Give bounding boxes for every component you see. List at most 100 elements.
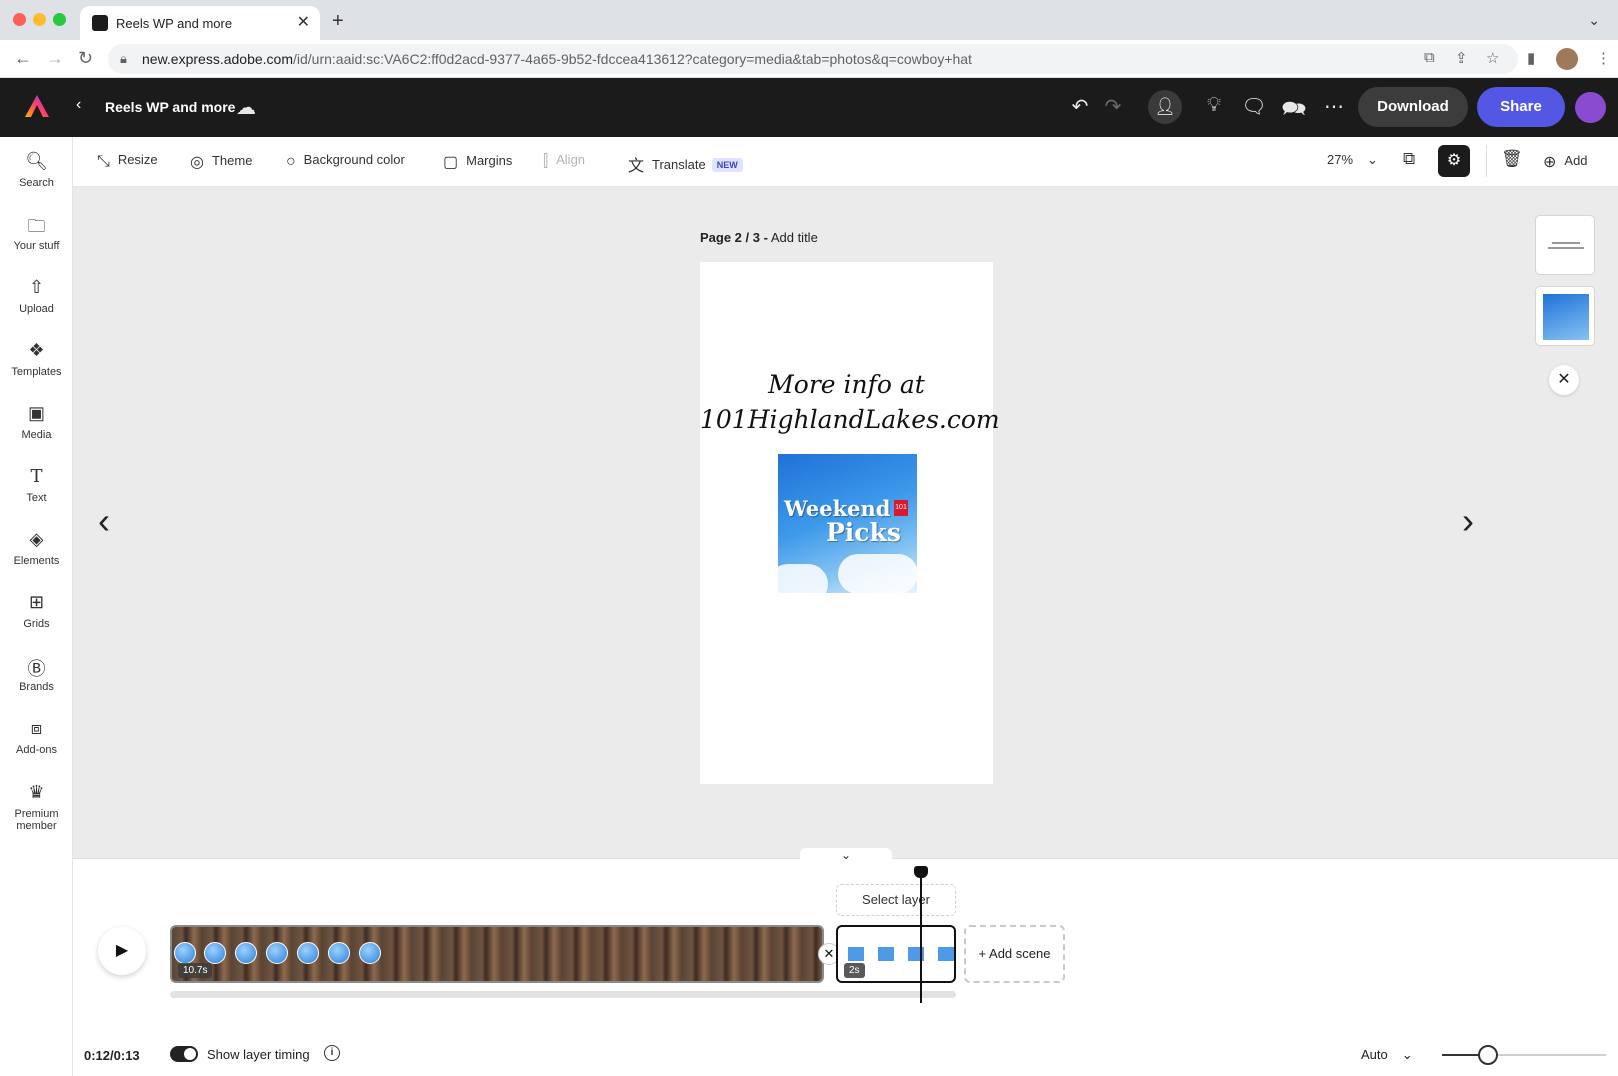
text-icon: T [30, 466, 43, 487]
toggle-knob [184, 1048, 196, 1060]
animate-toggle-icon[interactable]: ⚙︎ [1438, 145, 1470, 177]
address-bar-row: ← → ↻ 🔒︎ new.express.adobe.com/id/urn:aa… [0, 40, 1618, 78]
add-scene-button[interactable]: + Add scene [964, 925, 1065, 983]
select-layer-button[interactable]: Select layer [836, 884, 956, 916]
browser-tab-bar: Reels WP and more ✕ + ⌄ [0, 0, 1618, 40]
align-button[interactable]: ⫿ Align [543, 152, 585, 171]
rail-item-text[interactable]: T Text [0, 466, 73, 504]
image-word-picks: Picks [826, 518, 901, 547]
forward-icon[interactable]: → [46, 48, 64, 69]
rail-item-templates[interactable]: ❖ Templates [0, 340, 73, 378]
design-page[interactable]: More info at 101HighlandLakes.com Weeken… [700, 262, 1000, 784]
document-title[interactable]: Reels WP and more [105, 99, 235, 115]
play-button[interactable]: ▶ [98, 927, 146, 975]
profile-avatar[interactable] [1556, 48, 1578, 70]
folder-icon: 🗀 [27, 216, 46, 236]
lightbulb-icon[interactable]: 💡︎ [1200, 94, 1228, 117]
background-color-icon: ○ [286, 153, 296, 170]
tab-search-icon[interactable]: ⌄ [1588, 12, 1600, 29]
more-options-icon[interactable]: ⋯ [1320, 94, 1348, 119]
info-icon[interactable]: i [324, 1045, 340, 1061]
add-page-button[interactable]: ⊕ Add [1543, 152, 1588, 172]
next-page-icon[interactable]: › [1462, 500, 1474, 542]
page-thumbnail-1[interactable] [1535, 215, 1595, 275]
playhead-handle[interactable] [914, 866, 928, 878]
weekend-picks-image[interactable]: Weekend 101 Picks [778, 454, 917, 593]
overlay-thumb [174, 942, 196, 964]
theme-button[interactable]: ◎ Theme [190, 152, 252, 172]
rail-item-elements[interactable]: ◈ Elements [0, 529, 73, 567]
back-chevron-icon[interactable]: ‹ [76, 96, 81, 114]
close-window-button[interactable] [13, 13, 26, 26]
rail-item-media[interactable]: ▣ Media [0, 403, 73, 441]
brands-icon: Ⓑ [27, 659, 46, 679]
thumb-text-line [1548, 247, 1584, 249]
layers-icon[interactable]: ⧉ [1403, 149, 1415, 169]
rail-item-search[interactable]: 🔍︎ Search [0, 151, 73, 189]
margins-button[interactable]: ▢ Margins [443, 152, 512, 172]
undo-icon[interactable]: ↶ [1066, 94, 1094, 119]
new-tab-icon[interactable]: + [332, 10, 344, 33]
browser-menu-icon[interactable]: ⋮ [1596, 49, 1611, 67]
background-color-button[interactable]: ○ Background color [286, 152, 405, 171]
new-badge: NEW [711, 158, 743, 172]
bookmark-star-icon[interactable]: ☆ [1486, 49, 1499, 67]
resize-button[interactable]: ⤡ Resize [97, 152, 158, 171]
url-text: new.express.adobe.com/id/urn:aaid:sc:VA6… [142, 51, 972, 67]
scene-1-clip[interactable]: 10.7s [170, 925, 824, 983]
translate-button[interactable]: 文 Translate NEW [628, 152, 743, 176]
delete-icon[interactable]: 🗑︎ [1501, 149, 1523, 169]
open-external-icon[interactable]: ⧉ [1424, 49, 1435, 66]
app-header: ‹ Reels WP and more ☁︎ ↶ ↷ 👤︎ 💡︎ 🗨︎ 🗪︎ ⋯… [0, 78, 1618, 137]
scene-2-thumb [938, 947, 954, 961]
previous-page-icon[interactable]: ‹ [98, 500, 110, 542]
lock-icon: 🔒︎ [120, 51, 127, 66]
comment-icon[interactable]: 🗨︎ [1240, 94, 1268, 119]
user-avatar[interactable] [1575, 92, 1606, 123]
headline-line-2[interactable]: 101HighlandLakes.com [700, 405, 1000, 434]
rail-item-upload[interactable]: ⇧ Upload [0, 277, 73, 315]
rail-item-grids[interactable]: ⊞ Grids [0, 592, 73, 630]
minimize-window-button[interactable] [33, 13, 46, 26]
share-button[interactable]: Share [1477, 87, 1565, 127]
playhead[interactable] [920, 870, 922, 1003]
back-icon[interactable]: ← [14, 48, 32, 69]
media-icon: ▣ [27, 403, 45, 423]
resize-icon: ⤡ [97, 153, 110, 170]
redo-icon[interactable]: ↷ [1099, 94, 1127, 119]
url-field[interactable]: 🔒︎ new.express.adobe.com/id/urn:aaid:sc:… [108, 44, 1518, 74]
rail-item-brands[interactable]: Ⓑ Brands [0, 655, 73, 693]
invite-icon[interactable]: 👤︎ [1148, 90, 1182, 124]
overlay-thumb [359, 942, 381, 964]
close-tab-icon[interactable]: ✕ [297, 12, 310, 32]
addons-icon: ⧈ [30, 718, 43, 738]
side-panel-icon[interactable]: ▮ [1527, 49, 1535, 67]
scene-2-clip[interactable]: 2s [836, 925, 956, 983]
scene-2-thumb [878, 947, 894, 961]
zoom-dropdown[interactable]: 27% ⌄ [1327, 152, 1378, 168]
rail-item-your-stuff[interactable]: 🗀 Your stuff [0, 214, 73, 252]
headline-line-1[interactable]: More info at [700, 370, 993, 399]
share-page-icon[interactable]: ⇪ [1455, 49, 1468, 67]
maximize-window-button[interactable] [53, 13, 66, 26]
timecode: 0:12/0:13 [84, 1048, 140, 1063]
collapse-timeline-icon[interactable]: ⌄ [800, 848, 892, 864]
search-icon: 🔍︎ [25, 151, 48, 171]
overlay-thumb [297, 942, 319, 964]
overlay-thumb [328, 942, 350, 964]
rail-item-premium[interactable]: ♛ Premium member [0, 782, 73, 832]
page-thumbnail-2[interactable] [1535, 286, 1595, 346]
close-thumbnails-icon[interactable]: ✕ [1549, 365, 1579, 395]
auto-dropdown[interactable]: Auto ⌄ [1361, 1047, 1413, 1063]
rail-item-add-ons[interactable]: ⧈ Add-ons [0, 718, 73, 756]
page-label[interactable]: Page 2 / 3 - Add title [700, 230, 818, 245]
zoom-slider-thumb[interactable] [1478, 1045, 1498, 1065]
download-button[interactable]: Download [1358, 87, 1468, 127]
review-icon[interactable]: 🗪︎ [1280, 94, 1308, 128]
browser-tab[interactable]: Reels WP and more ✕ [80, 6, 320, 40]
reload-icon[interactable]: ↻ [78, 48, 93, 69]
tab-title: Reels WP and more [116, 16, 233, 31]
adobe-express-logo-icon[interactable] [24, 93, 50, 119]
timeline-scrollbar[interactable] [170, 991, 956, 998]
toolbar-divider [1486, 145, 1487, 177]
